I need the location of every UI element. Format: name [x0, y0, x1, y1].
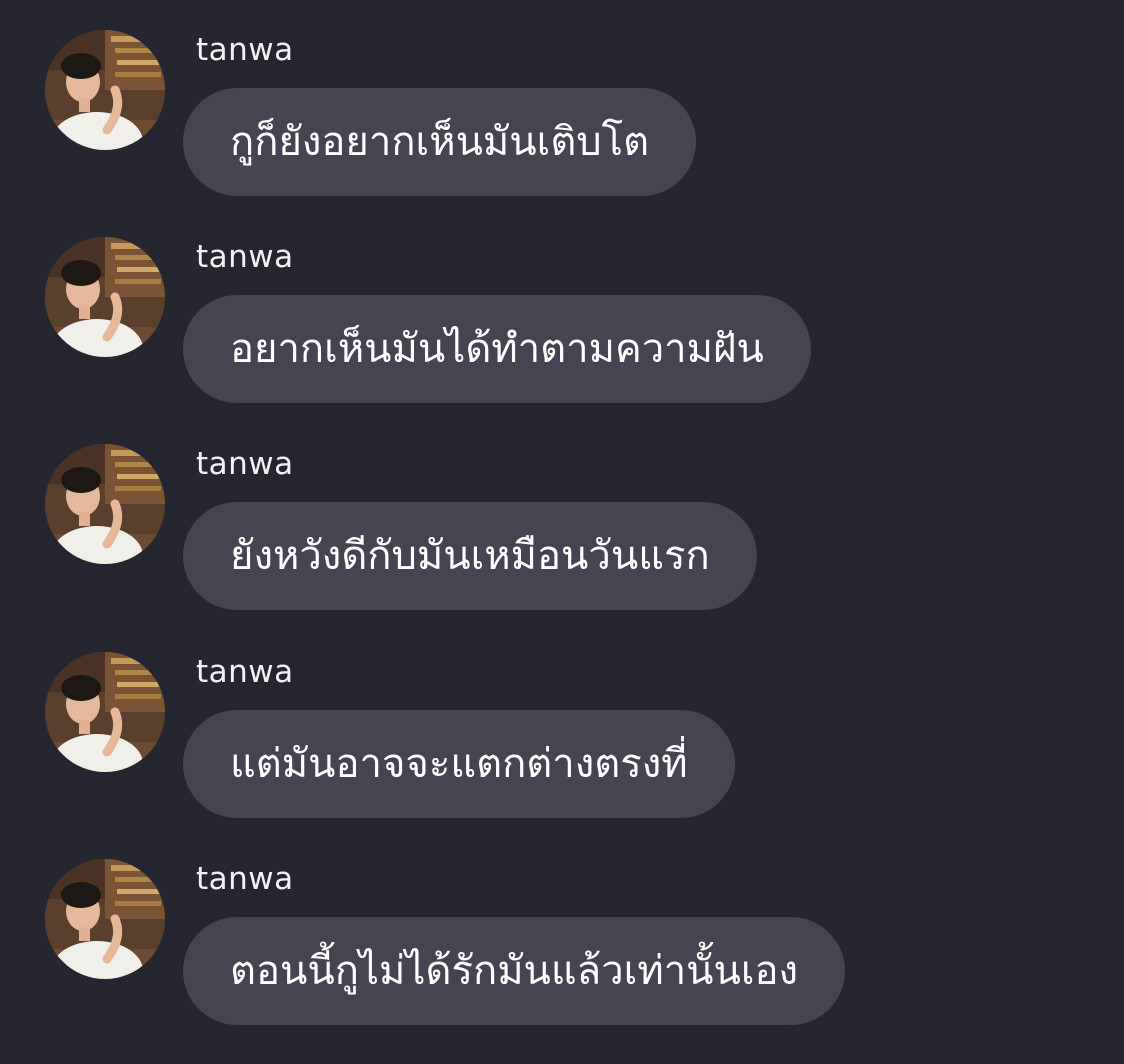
sender-avatar[interactable]: [45, 444, 165, 564]
sender-avatar[interactable]: [45, 30, 165, 150]
sender-avatar[interactable]: [45, 652, 165, 772]
sender-name: tanwa: [196, 32, 294, 68]
message-row: tanwa แต่มันอาจจะแตกต่างตรงที่: [0, 622, 1124, 818]
sender-name: tanwa: [196, 654, 294, 690]
message-row: tanwa ยังหวังดีกับมันเหมือนวันแรก: [0, 414, 1124, 610]
avatar-photo: [45, 652, 165, 772]
message-bubble[interactable]: แต่มันอาจจะแตกต่างตรงที่: [183, 710, 735, 818]
sender-avatar[interactable]: [45, 237, 165, 357]
message-bubble[interactable]: ยังหวังดีกับมันเหมือนวันแรก: [183, 502, 757, 610]
sender-name: tanwa: [196, 861, 294, 897]
message-bubble[interactable]: ตอนนี้กูไม่ได้รักมันแล้วเท่านั้นเอง: [183, 917, 846, 1025]
message-row: tanwa กูก็ยังอยากเห็นมันเติบโต: [0, 0, 1124, 196]
sender-name: tanwa: [196, 446, 294, 482]
message-row: tanwa ตอนนี้กูไม่ได้รักมันแล้วเท่านั้นเอ…: [0, 829, 1124, 1025]
avatar-photo: [45, 30, 165, 150]
avatar-photo: [45, 859, 165, 979]
message-row: tanwa อยากเห็นมันได้ทำตามความฝัน: [0, 207, 1124, 403]
message-bubble[interactable]: กูก็ยังอยากเห็นมันเติบโต: [183, 88, 697, 196]
sender-name: tanwa: [196, 239, 294, 275]
avatar-photo: [45, 444, 165, 564]
message-bubble[interactable]: อยากเห็นมันได้ทำตามความฝัน: [183, 295, 811, 403]
chat-thread: tanwa กูก็ยังอยากเห็นมันเติบโต tanwa อยา: [0, 0, 1124, 1064]
sender-avatar[interactable]: [45, 859, 165, 979]
avatar-photo: [45, 237, 165, 357]
